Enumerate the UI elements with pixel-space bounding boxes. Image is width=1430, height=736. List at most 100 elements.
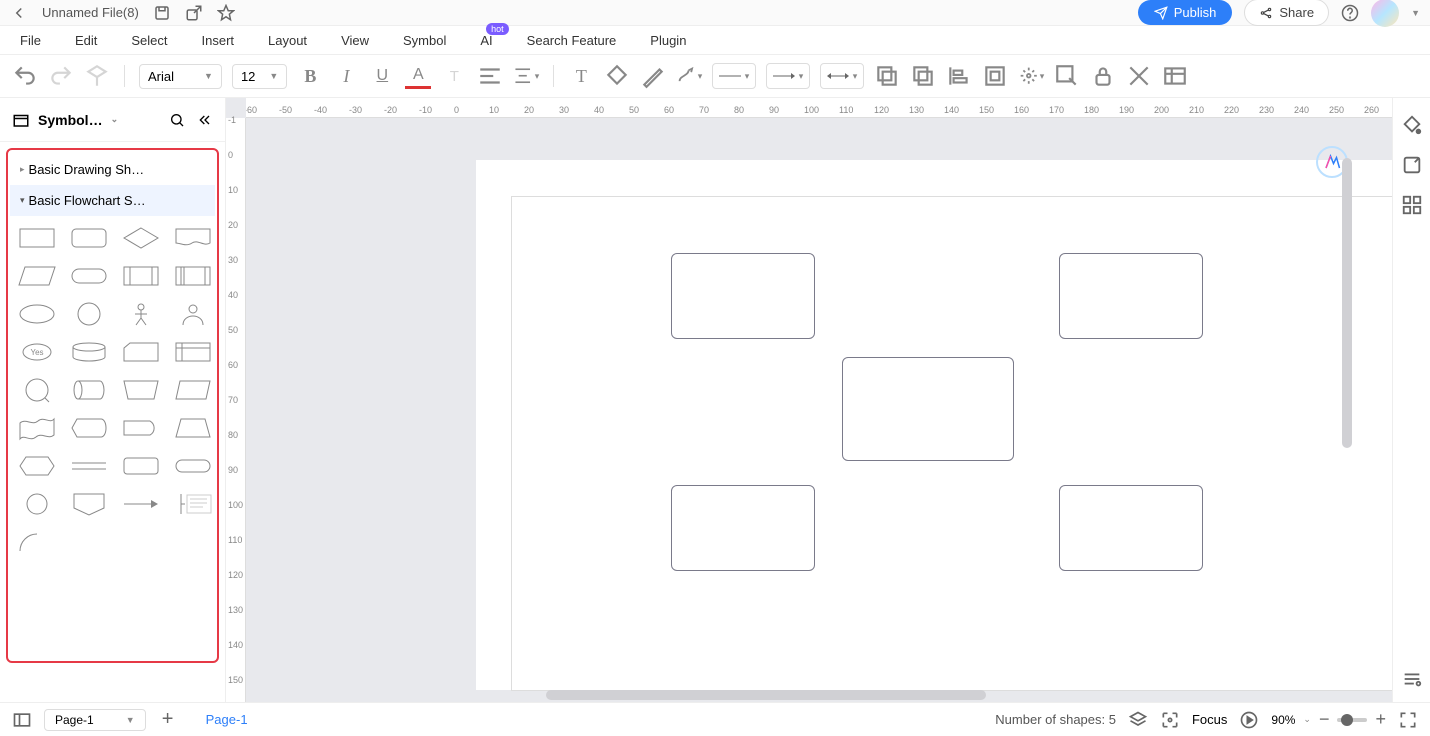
play-icon[interactable] [1239,710,1259,730]
shape-cylinder-h[interactable] [66,336,112,368]
publish-button[interactable]: Publish [1138,0,1233,25]
shape-tape[interactable] [14,412,60,444]
underline-icon[interactable]: U [369,63,395,89]
collapse-icon[interactable] [197,112,213,128]
fit-icon[interactable] [1160,710,1180,730]
tools-icon[interactable] [1126,63,1152,89]
shape-display[interactable] [66,412,112,444]
page-tab[interactable]: Page-1 [206,712,248,727]
arrow-end-select[interactable]: ▾ [820,63,864,89]
zoom-in-icon[interactable]: + [1375,709,1386,730]
zoom-caret-icon[interactable]: ⌄ [1303,714,1311,725]
sidebar-caret-icon[interactable]: ⌄ [111,114,119,125]
add-page-icon[interactable]: + [158,710,178,730]
shape-manual-op[interactable] [118,374,164,406]
menu-layout[interactable]: Layout [268,33,307,48]
shape-yes-label[interactable]: Yes [14,336,60,368]
horizontal-scrollbar[interactable] [546,690,986,700]
shape-user[interactable] [170,298,216,330]
shape-annotation[interactable] [170,488,216,520]
font-size-select[interactable]: 12▼ [232,64,287,89]
shape-card[interactable] [118,336,164,368]
avatar[interactable] [1371,0,1399,27]
zoom-value[interactable]: 90% [1271,713,1295,727]
star-icon[interactable] [217,4,235,22]
menu-insert[interactable]: Insert [202,33,235,48]
canvas-shape[interactable] [842,357,1014,461]
menu-file[interactable]: File [20,33,41,48]
group-icon[interactable] [982,63,1008,89]
bring-front-icon[interactable] [910,63,936,89]
list-panel-icon[interactable] [1401,668,1423,690]
shape-arc[interactable] [14,526,60,558]
panel-toggle-icon[interactable] [12,710,32,730]
edit-shape-icon[interactable] [1054,63,1080,89]
shape-trapezoid[interactable] [170,412,216,444]
shape-trapezoid2[interactable] [170,374,216,406]
save-icon[interactable] [153,4,171,22]
grid-panel-icon[interactable] [1401,194,1423,216]
shape-delay[interactable] [118,412,164,444]
shape-arrow-line[interactable] [118,488,164,520]
font-color-icon[interactable]: A [405,63,431,89]
connector-icon[interactable]: ▾ [676,63,702,89]
shape-rounded-rect2[interactable] [118,450,164,482]
canvas-shape[interactable] [1059,485,1203,571]
shape-person[interactable] [118,298,164,330]
vertical-scrollbar[interactable] [1342,158,1352,448]
canvas-shape[interactable] [1059,253,1203,339]
bold-icon[interactable]: B [297,63,323,89]
fill-panel-icon[interactable] [1401,114,1423,136]
line-color-icon[interactable] [640,63,666,89]
back-icon[interactable] [10,4,28,22]
zoom-out-icon[interactable]: − [1319,709,1330,730]
shape-internal-storage2[interactable] [170,260,216,292]
shape-hexagon[interactable] [14,450,60,482]
canvas-shape[interactable] [671,485,815,571]
table-icon[interactable] [1162,63,1188,89]
canvas-viewport[interactable] [246,118,1392,702]
menu-symbol[interactable]: Symbol [403,33,446,48]
shape-circle2[interactable] [14,488,60,520]
shape-rounded-rect[interactable] [66,222,112,254]
menu-search-feature[interactable]: Search Feature [527,33,617,48]
avatar-caret-icon[interactable]: ▼ [1411,8,1420,18]
valign-icon[interactable]: ▾ [513,63,539,89]
shape-diamond[interactable] [118,222,164,254]
menu-plugin[interactable]: Plugin [650,33,686,48]
burst-icon[interactable]: ▾ [1018,63,1044,89]
undo-icon[interactable] [12,63,38,89]
italic-icon[interactable]: I [333,63,359,89]
shape-internal-storage[interactable] [170,336,216,368]
shape-parallelogram[interactable] [14,260,60,292]
share-button[interactable]: Share [1244,0,1329,26]
search-icon[interactable] [169,112,185,128]
shape-connector-circle[interactable] [14,374,60,406]
layers-panel-icon[interactable] [1401,154,1423,176]
menu-select[interactable]: Select [131,33,167,48]
canvas-shape[interactable] [671,253,815,339]
redo-icon[interactable] [48,63,74,89]
line-style-select[interactable]: ▾ [712,63,756,89]
shape-terminator[interactable] [66,260,112,292]
format-painter-icon[interactable] [84,63,110,89]
shape-predefined[interactable] [118,260,164,292]
shape-ellipse[interactable] [14,298,60,330]
category-basic-drawing[interactable]: ▸Basic Drawing Sh… [10,154,215,185]
shape-document[interactable] [170,222,216,254]
shape-stadium[interactable] [170,450,216,482]
fullscreen-icon[interactable] [1398,710,1418,730]
zoom-slider[interactable] [1337,718,1367,722]
arrow-start-select[interactable]: ▾ [766,63,810,89]
shape-cylinder-v[interactable] [66,374,112,406]
fill-color-icon[interactable] [604,63,630,89]
help-icon[interactable] [1341,4,1359,22]
menu-view[interactable]: View [341,33,369,48]
shape-rectangle[interactable] [14,222,60,254]
export-icon[interactable] [185,4,203,22]
align-left-icon[interactable] [477,63,503,89]
category-basic-flowchart[interactable]: ▾Basic Flowchart S… [10,185,215,216]
focus-label[interactable]: Focus [1192,712,1227,727]
align-objects-icon[interactable] [946,63,972,89]
menu-edit[interactable]: Edit [75,33,97,48]
